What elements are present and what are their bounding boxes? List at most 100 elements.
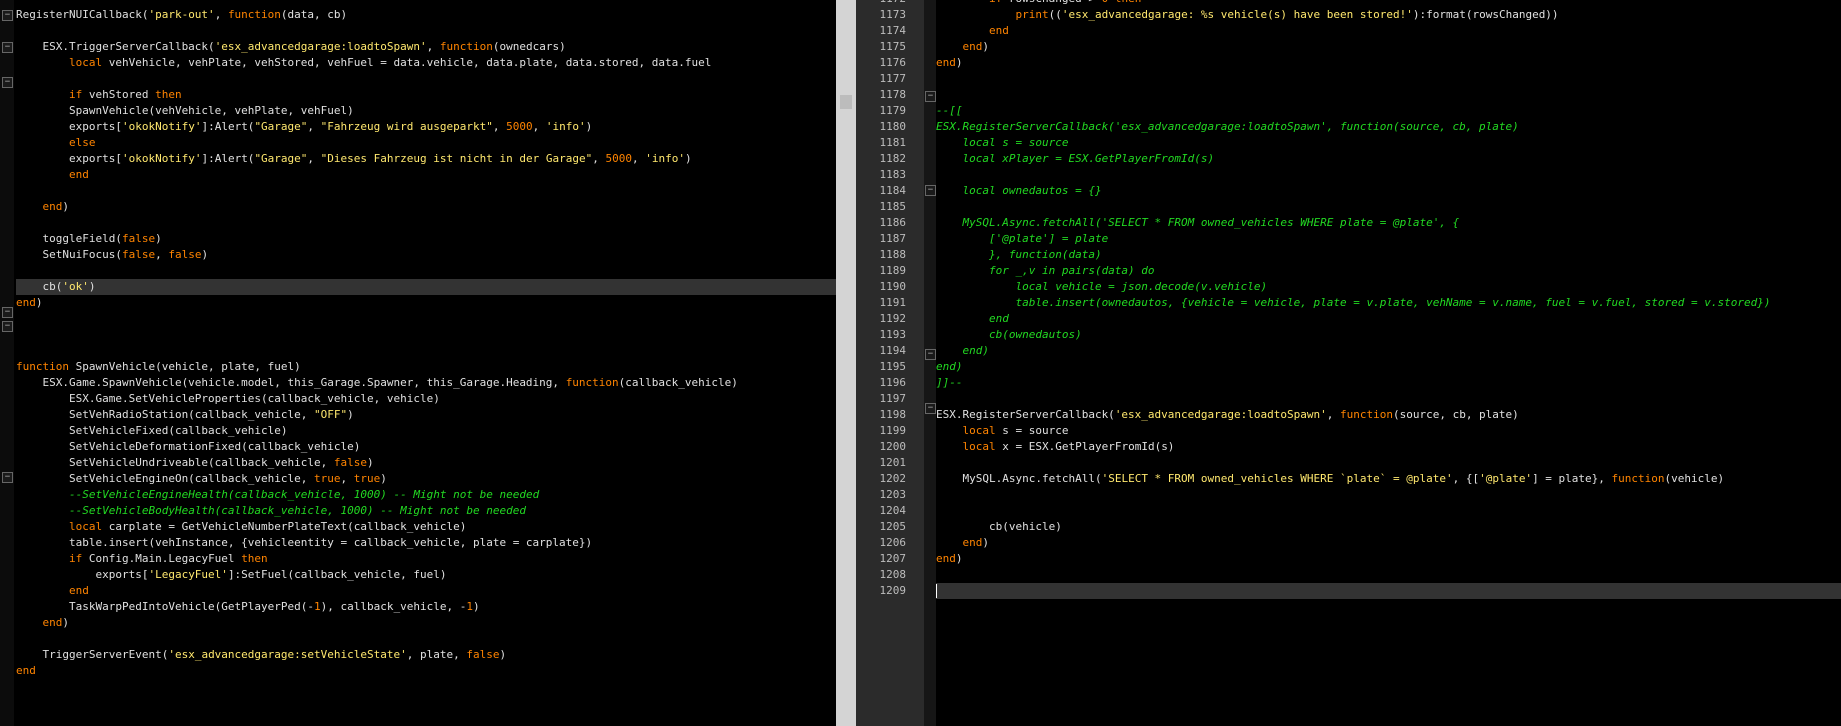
code-line[interactable]: if Config.Main.LegacyFuel then <box>16 551 836 567</box>
code-line[interactable]: SetVehicleUndriveable(callback_vehicle, … <box>16 455 836 471</box>
code-line[interactable]: 1181 local s = source <box>880 135 1841 151</box>
current-line[interactable]: 1209 <box>880 583 1841 599</box>
code-line[interactable]: 1190 local vehicle = json.decode(v.vehic… <box>880 279 1841 295</box>
code-line[interactable] <box>16 215 836 231</box>
code-line[interactable]: 1188 }, function(data) <box>880 247 1841 263</box>
line-text: end) <box>936 344 989 357</box>
code-line[interactable]: 1208 <box>880 567 1841 583</box>
code-line[interactable]: SetVehicleFixed(callback_vehicle) <box>16 423 836 439</box>
code-line[interactable]: 1200 local x = ESX.GetPlayerFromId(s) <box>880 439 1841 455</box>
code-line[interactable]: SetNuiFocus(false, false) <box>16 247 836 263</box>
code-line[interactable] <box>16 311 836 327</box>
fold-toggle-icon[interactable]: − <box>2 472 13 483</box>
code-line[interactable]: 1204 <box>880 503 1841 519</box>
fold-toggle-icon[interactable]: − <box>2 77 13 88</box>
code-line[interactable] <box>16 327 836 343</box>
code-line[interactable]: local carplate = GetVehicleNumberPlateTe… <box>16 519 836 535</box>
code-line[interactable]: end) <box>16 199 836 215</box>
code-line[interactable]: else <box>16 135 836 151</box>
code-line[interactable]: exports['okokNotify']:Alert("Garage", "F… <box>16 119 836 135</box>
left-editor-pane[interactable]: RegisterNUICallback('park-out', function… <box>0 0 836 726</box>
code-line[interactable]: ESX.Game.SpawnVehicle(vehicle.model, thi… <box>16 375 836 391</box>
code-line[interactable]: ESX.TriggerServerCallback('esx_advancedg… <box>16 39 836 55</box>
code-line[interactable] <box>16 23 836 39</box>
fold-toggle-icon[interactable]: − <box>925 185 936 196</box>
code-line[interactable]: 1179 --[[ <box>880 103 1841 119</box>
fold-toggle-icon[interactable]: − <box>2 321 13 332</box>
code-line[interactable]: SetVehicleDeformationFixed(callback_vehi… <box>16 439 836 455</box>
code-line[interactable]: 1177 <box>880 71 1841 87</box>
code-line[interactable]: end) <box>16 615 836 631</box>
code-line[interactable]: exports['LegacyFuel']:SetFuel(callback_v… <box>16 567 836 583</box>
code-line[interactable]: 1173 print(('esx_advancedgarage: %s vehi… <box>880 7 1841 23</box>
code-line[interactable] <box>16 183 836 199</box>
code-line[interactable]: 1186 MySQL.Async.fetchAll('SELECT * FROM… <box>880 215 1841 231</box>
code-line[interactable]: toggleField(false) <box>16 231 836 247</box>
fold-toggle-icon[interactable]: − <box>2 42 13 53</box>
code-line[interactable]: 1199 local s = source <box>880 423 1841 439</box>
left-fold-margin[interactable] <box>0 0 14 726</box>
fold-toggle-icon[interactable]: − <box>2 307 13 318</box>
right-editor-pane[interactable]: 1172 if rowsChanged > 0 then1173 print((… <box>856 0 1841 726</box>
code-line[interactable]: end <box>16 663 836 679</box>
code-line[interactable]: 1205 cb(vehicle) <box>880 519 1841 535</box>
code-line[interactable]: table.insert(vehInstance, {vehicleentity… <box>16 535 836 551</box>
code-line[interactable]: ESX.Game.SetVehicleProperties(callback_v… <box>16 391 836 407</box>
code-line[interactable]: --SetVehicleEngineHealth(callback_vehicl… <box>16 487 836 503</box>
code-line[interactable] <box>16 263 836 279</box>
code-line[interactable]: 1180 ESX.RegisterServerCallback('esx_adva… <box>880 119 1841 135</box>
code-line[interactable]: 1192 end <box>880 311 1841 327</box>
code-line[interactable]: 1197 <box>880 391 1841 407</box>
code-line[interactable]: 1201 <box>880 455 1841 471</box>
code-line[interactable]: 1172 if rowsChanged > 0 then <box>880 0 1841 7</box>
code-line[interactable] <box>16 71 836 87</box>
code-line[interactable]: if vehStored then <box>16 87 836 103</box>
pane-splitter[interactable] <box>836 0 856 726</box>
code-line[interactable]: end <box>16 583 836 599</box>
code-line[interactable]: SetVehicleEngineOn(callback_vehicle, tru… <box>16 471 836 487</box>
code-line[interactable]: TaskWarpPedIntoVehicle(GetPlayerPed(-1),… <box>16 599 836 615</box>
code-line[interactable]: 1175 end) <box>880 39 1841 55</box>
code-line[interactable]: 1185 <box>880 199 1841 215</box>
code-line[interactable]: 1178 <box>880 87 1841 103</box>
code-line[interactable]: 1193 cb(ownedautos) <box>880 327 1841 343</box>
fold-toggle-icon[interactable]: − <box>925 403 936 414</box>
code-line[interactable]: end) <box>16 295 836 311</box>
right-code-area[interactable]: 1172 if rowsChanged > 0 then1173 print((… <box>880 0 1841 599</box>
code-line[interactable]: 1203 <box>880 487 1841 503</box>
code-line[interactable]: 1184 local ownedautos = {} <box>880 183 1841 199</box>
code-line[interactable]: 1191 table.insert(ownedautos, {vehicle =… <box>880 295 1841 311</box>
fold-toggle-icon[interactable]: − <box>925 349 936 360</box>
code-line[interactable]: 1206 end) <box>880 535 1841 551</box>
code-line[interactable]: 1195 end) <box>880 359 1841 375</box>
code-line[interactable]: 1174 end <box>880 23 1841 39</box>
fold-toggle-icon[interactable]: − <box>925 91 936 102</box>
code-line[interactable]: 1207 end) <box>880 551 1841 567</box>
code-line[interactable]: 1189 for _,v in pairs(data) do <box>880 263 1841 279</box>
left-code-area[interactable]: RegisterNUICallback('park-out', function… <box>16 0 836 679</box>
code-line[interactable]: 1194 end) <box>880 343 1841 359</box>
code-line[interactable]: 1187 ['@plate'] = plate <box>880 231 1841 247</box>
code-line[interactable]: 1183 <box>880 167 1841 183</box>
code-line[interactable]: 1202 MySQL.Async.fetchAll('SELECT * FROM… <box>880 471 1841 487</box>
left-scrollbar-thumb[interactable] <box>840 95 852 109</box>
fold-toggle-icon[interactable]: − <box>2 10 13 21</box>
code-line[interactable]: SetVehRadioStation(callback_vehicle, "OF… <box>16 407 836 423</box>
code-line[interactable]: 1198 ESX.RegisterServerCallback('esx_adva… <box>880 407 1841 423</box>
code-line[interactable]: function SpawnVehicle(vehicle, plate, fu… <box>16 359 836 375</box>
code-line[interactable] <box>16 631 836 647</box>
code-line[interactable]: --SetVehicleBodyHealth(callback_vehicle,… <box>16 503 836 519</box>
code-line[interactable]: SpawnVehicle(vehVehicle, vehPlate, vehFu… <box>16 103 836 119</box>
right-fold-margin[interactable] <box>924 0 936 726</box>
code-line[interactable]: RegisterNUICallback('park-out', function… <box>16 7 836 23</box>
code-line[interactable]: local vehVehicle, vehPlate, vehStored, v… <box>16 55 836 71</box>
code-line[interactable] <box>16 0 836 7</box>
code-line[interactable]: 1196]]-- <box>880 375 1841 391</box>
code-line[interactable]: end <box>16 167 836 183</box>
current-line[interactable]: cb('ok') <box>16 279 836 295</box>
code-line[interactable]: TriggerServerEvent('esx_advancedgarage:s… <box>16 647 836 663</box>
code-line[interactable]: 1176 end) <box>880 55 1841 71</box>
code-line[interactable] <box>16 343 836 359</box>
code-line[interactable]: 1182 local xPlayer = ESX.GetPlayerFromId… <box>880 151 1841 167</box>
code-line[interactable]: exports['okokNotify']:Alert("Garage", "D… <box>16 151 836 167</box>
